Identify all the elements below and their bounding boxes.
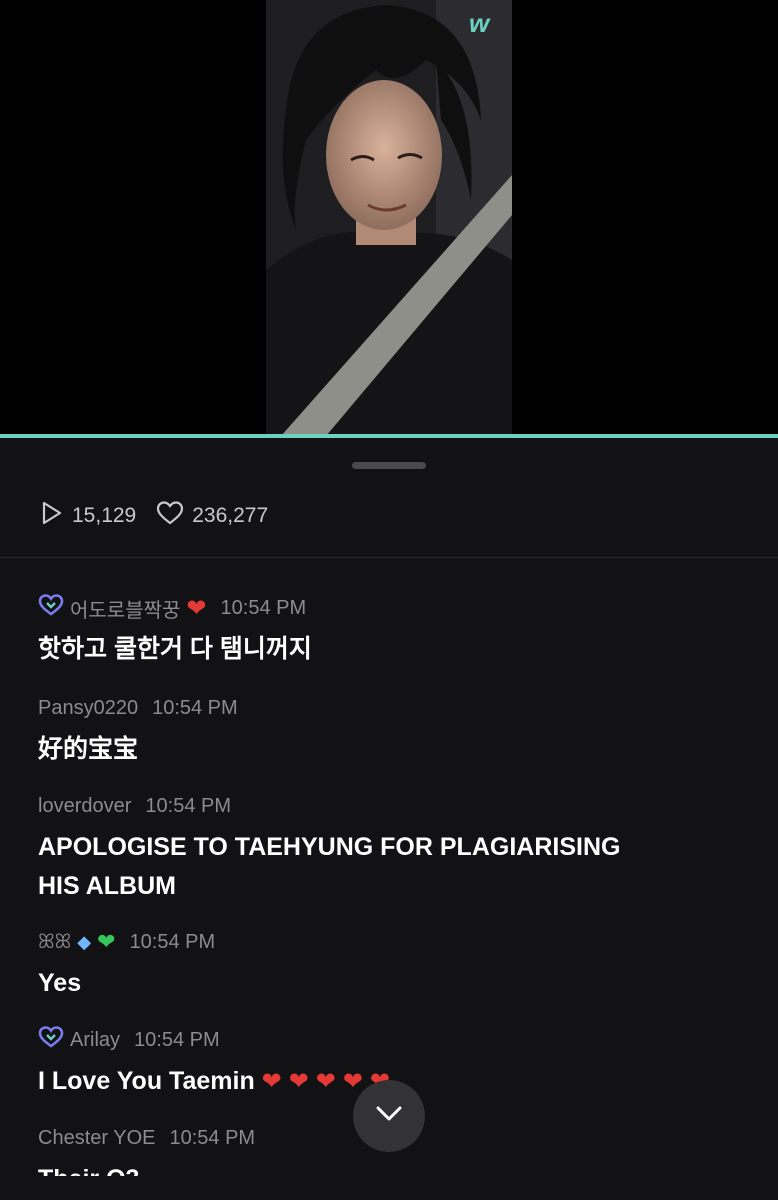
chat-message: 어도로블짝꿍 ❤ 10:54 PM 핫하고 쿨한거 다 탬니꺼지 (38, 594, 738, 669)
chat-message: ꕤꕤ ◆ ❤ 10:54 PM Yes (38, 928, 738, 1003)
message-meta: ꕤꕤ ◆ ❤ 10:54 PM (38, 928, 738, 956)
heart-outline-icon (156, 500, 184, 532)
message-text: APOLOGISE TO TAEHYUNG FOR PLAGIARISING H… (38, 828, 738, 906)
username[interactable]: 어도로블짝꿍 ❤ (38, 593, 207, 623)
chevron-down-icon (375, 1105, 403, 1128)
username[interactable]: loverdover (38, 795, 131, 818)
diamond-emoji: ◆ (77, 931, 92, 952)
scroll-to-bottom-button[interactable] (353, 1080, 425, 1152)
message-time: 10:54 PM (152, 696, 238, 719)
username[interactable]: ꕤꕤ ◆ ❤ (38, 929, 116, 955)
play-count-value: 15,129 (72, 504, 137, 527)
red-heart-emoji: ❤ (315, 1068, 336, 1095)
username-text: 어도로블짝꿍 (70, 599, 181, 622)
play-icon (38, 500, 64, 532)
message-text-body: I Love You Taemin (38, 1067, 255, 1095)
username[interactable]: Pansy0220 (38, 697, 138, 720)
message-text: 好的宝宝 (38, 735, 139, 763)
message-text-line: APOLOGISE TO TAEHYUNG FOR PLAGIARISING (38, 833, 621, 861)
drag-handle[interactable] (352, 462, 426, 469)
like-count: 236,277 (156, 500, 268, 532)
message-text-line: HIS ALBUM (38, 872, 176, 900)
red-heart-emoji: ❤ (288, 1068, 309, 1095)
video-progress-bar[interactable] (0, 434, 778, 438)
message-time: 10:54 PM (169, 1126, 256, 1149)
membership-heart-icon (38, 1025, 64, 1055)
message-text: Their O3 (38, 1160, 738, 1176)
stats-bar: 15,129 236,277 (38, 500, 268, 532)
chat-message: Pansy0220 10:54 PM 好的宝宝 (38, 694, 738, 769)
message-time: 10:54 PM (145, 794, 231, 817)
username-text: ꕤꕤ (38, 930, 72, 953)
message-text: Yes (38, 969, 82, 997)
message-meta: Pansy0220 10:54 PM (38, 694, 738, 722)
weverse-logo: w (469, 8, 491, 38)
message-text: 핫하고 쿨한거 다 탬니꺼지 (38, 635, 312, 663)
red-heart-emoji: ❤ (342, 1068, 363, 1095)
message-time: 10:54 PM (134, 1028, 220, 1051)
message-time: 10:54 PM (129, 930, 216, 953)
red-heart-emoji: ❤ (186, 594, 207, 622)
video-player[interactable]: w (0, 0, 778, 436)
video-image: w (266, 0, 512, 436)
play-count: 15,129 (38, 500, 136, 532)
red-heart-emoji: ❤ (261, 1068, 282, 1095)
video-frame: w (266, 0, 512, 436)
username-text: Arilay (70, 1028, 121, 1051)
username[interactable]: Chester YOE (38, 1127, 155, 1150)
green-heart-emoji: ❤ (97, 929, 116, 954)
membership-heart-icon (38, 593, 64, 623)
message-meta: loverdover 10:54 PM (38, 792, 738, 820)
message-meta: 어도로블짝꿍 ❤ 10:54 PM (38, 594, 738, 622)
chat-message: loverdover 10:54 PM APOLOGISE TO TAEHYUN… (38, 792, 738, 906)
username[interactable]: Arilay (38, 1025, 120, 1055)
message-meta: Arilay 10:54 PM (38, 1026, 738, 1054)
like-count-value: 236,277 (192, 504, 269, 527)
message-time: 10:54 PM (220, 596, 307, 619)
